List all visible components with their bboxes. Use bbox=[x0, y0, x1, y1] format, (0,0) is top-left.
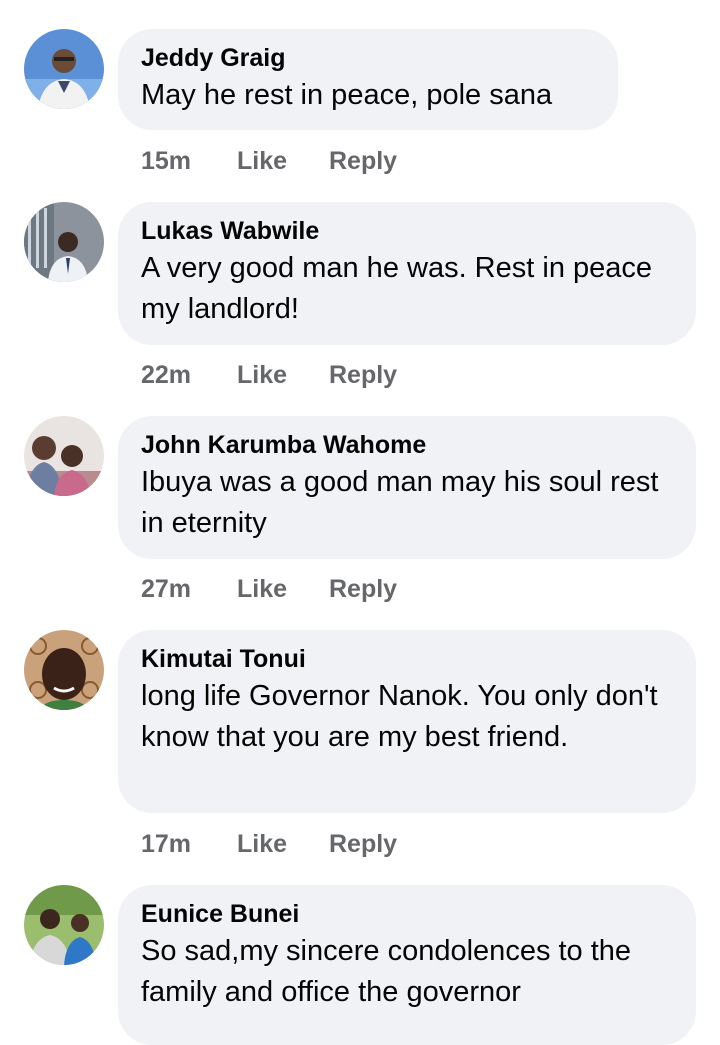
like-button[interactable]: Like bbox=[237, 361, 329, 390]
like-button[interactable]: Like bbox=[237, 830, 329, 859]
comment-author[interactable]: Eunice Bunei bbox=[141, 899, 674, 931]
comment-actions: 15m Like Reply bbox=[141, 146, 397, 176]
reply-button[interactable]: Reply bbox=[329, 147, 397, 176]
comment-bubble: Lukas Wabwile A very good man he was. Re… bbox=[118, 202, 696, 345]
reply-button[interactable]: Reply bbox=[329, 575, 397, 604]
comment-timestamp[interactable]: 22m bbox=[141, 361, 237, 390]
comment-timestamp[interactable]: 27m bbox=[141, 575, 237, 604]
avatar[interactable] bbox=[24, 885, 104, 965]
comment-author[interactable]: Lukas Wabwile bbox=[141, 216, 674, 248]
avatar[interactable] bbox=[24, 416, 104, 496]
comment-timestamp[interactable]: 15m bbox=[141, 147, 237, 176]
comment-actions: 17m Like Reply bbox=[141, 829, 397, 859]
comment-text: May he rest in peace, pole sana bbox=[141, 79, 553, 111]
comment-author[interactable]: Jeddy Graig bbox=[141, 43, 596, 75]
comment-text: A very good man he was. Rest in peace my… bbox=[141, 252, 653, 325]
comment-bubble: Kimutai Tonui long life Governor Nanok. … bbox=[118, 630, 696, 813]
comment-bubble: Jeddy Graig May he rest in peace, pole s… bbox=[118, 29, 618, 130]
comment-bubble: Eunice Bunei So sad,my sincere condolenc… bbox=[118, 885, 696, 1045]
comment-author[interactable]: John Karumba Wahome bbox=[141, 430, 674, 462]
comment-timestamp[interactable]: 17m bbox=[141, 830, 237, 859]
reply-button[interactable]: Reply bbox=[329, 361, 397, 390]
comment-actions: 22m Like Reply bbox=[141, 360, 397, 390]
avatar[interactable] bbox=[24, 202, 104, 282]
reply-button[interactable]: Reply bbox=[329, 830, 397, 859]
avatar[interactable] bbox=[24, 29, 104, 109]
like-button[interactable]: Like bbox=[237, 147, 329, 176]
like-button[interactable]: Like bbox=[237, 575, 329, 604]
comment-text: So sad,my sincere condolences to the fam… bbox=[141, 935, 632, 1008]
comment-actions: 27m Like Reply bbox=[141, 574, 397, 604]
comment-author[interactable]: Kimutai Tonui bbox=[141, 644, 674, 676]
avatar[interactable] bbox=[24, 630, 104, 710]
comment-text: long life Governor Nanok. You only don't… bbox=[141, 680, 658, 753]
comment-text: Ibuya was a good man may his soul rest i… bbox=[141, 466, 659, 539]
comment-bubble: John Karumba Wahome Ibuya was a good man… bbox=[118, 416, 696, 559]
